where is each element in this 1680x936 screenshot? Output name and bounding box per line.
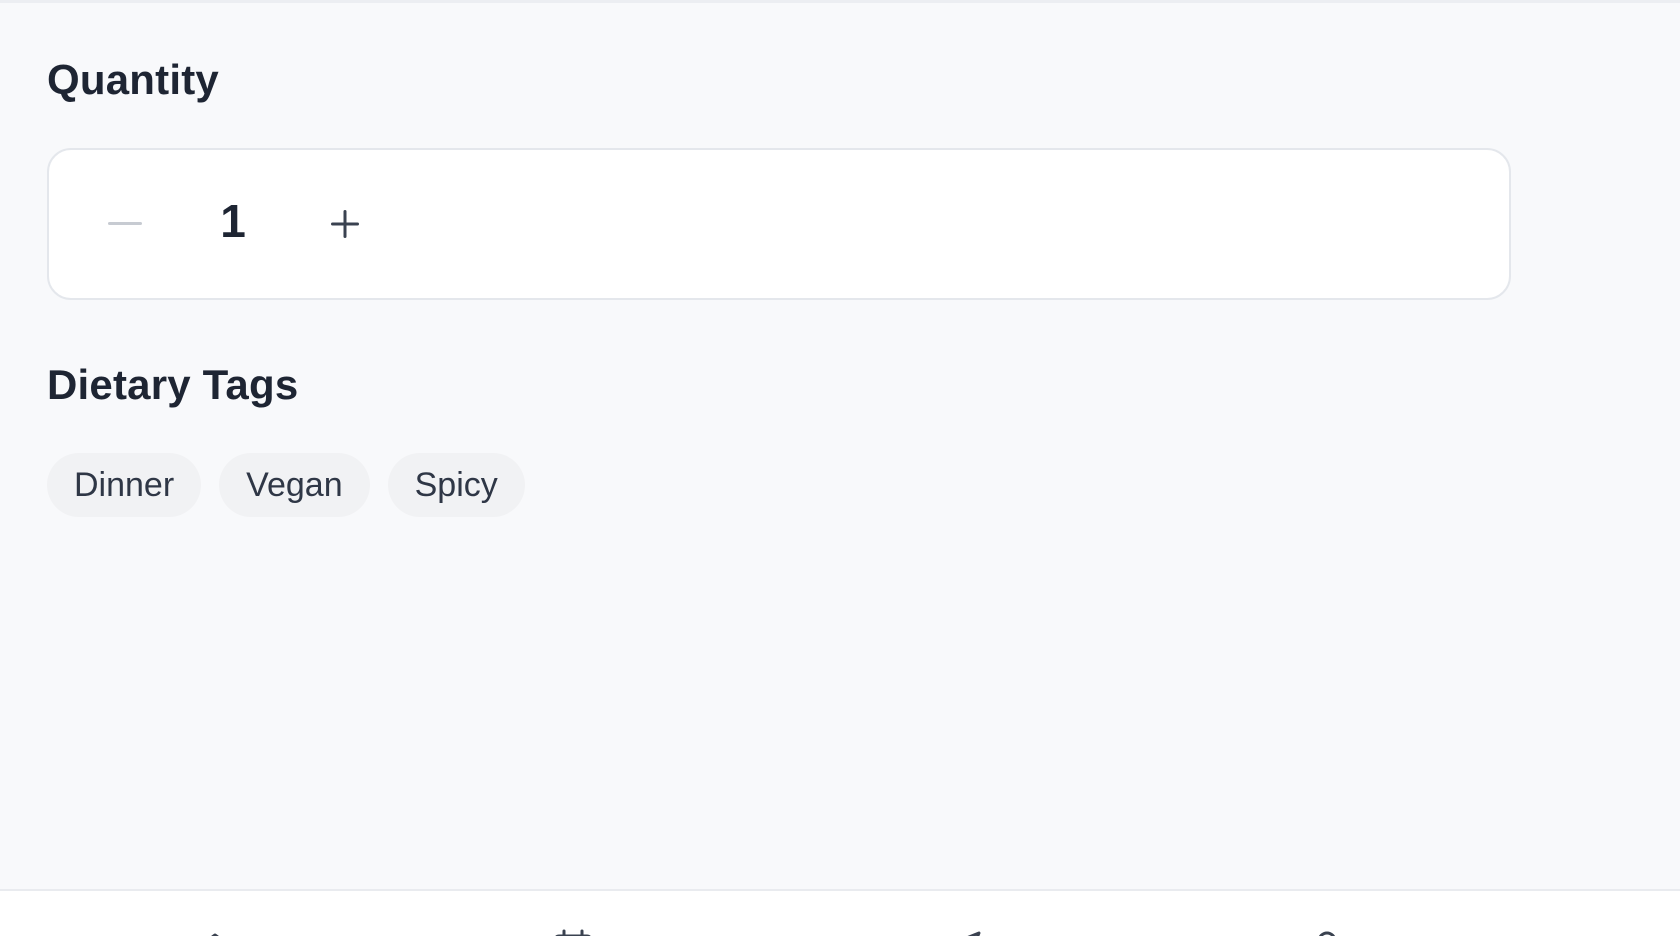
quantity-value: 1 <box>220 195 246 247</box>
decrement-button[interactable] <box>93 192 157 256</box>
bottom-nav <box>0 889 1680 936</box>
nav-send[interactable] <box>945 929 989 936</box>
increment-button[interactable] <box>313 192 377 256</box>
tag-spicy[interactable]: Spicy <box>387 453 525 517</box>
quantity-stepper: 1 <box>47 148 1511 300</box>
tag-vegan[interactable]: Vegan <box>219 453 370 517</box>
dietary-tags-title: Dietary Tags <box>47 361 299 408</box>
calendar-icon <box>555 929 591 936</box>
user-icon <box>1318 931 1336 936</box>
nav-calendar[interactable] <box>551 929 595 936</box>
minus-icon <box>108 222 142 225</box>
top-divider <box>0 0 1680 3</box>
nav-home[interactable] <box>193 929 237 936</box>
dietary-tags-list: Dinner Vegan Spicy <box>47 453 525 517</box>
send-icon <box>967 931 981 936</box>
nav-profile[interactable] <box>1305 929 1349 936</box>
home-icon <box>211 933 219 936</box>
plus-icon <box>331 210 359 238</box>
tag-dinner[interactable]: Dinner <box>47 453 202 517</box>
quantity-title: Quantity <box>47 56 219 103</box>
page: Quantity 1 Dietary Tags Dinner Vegan Spi… <box>0 0 1680 936</box>
